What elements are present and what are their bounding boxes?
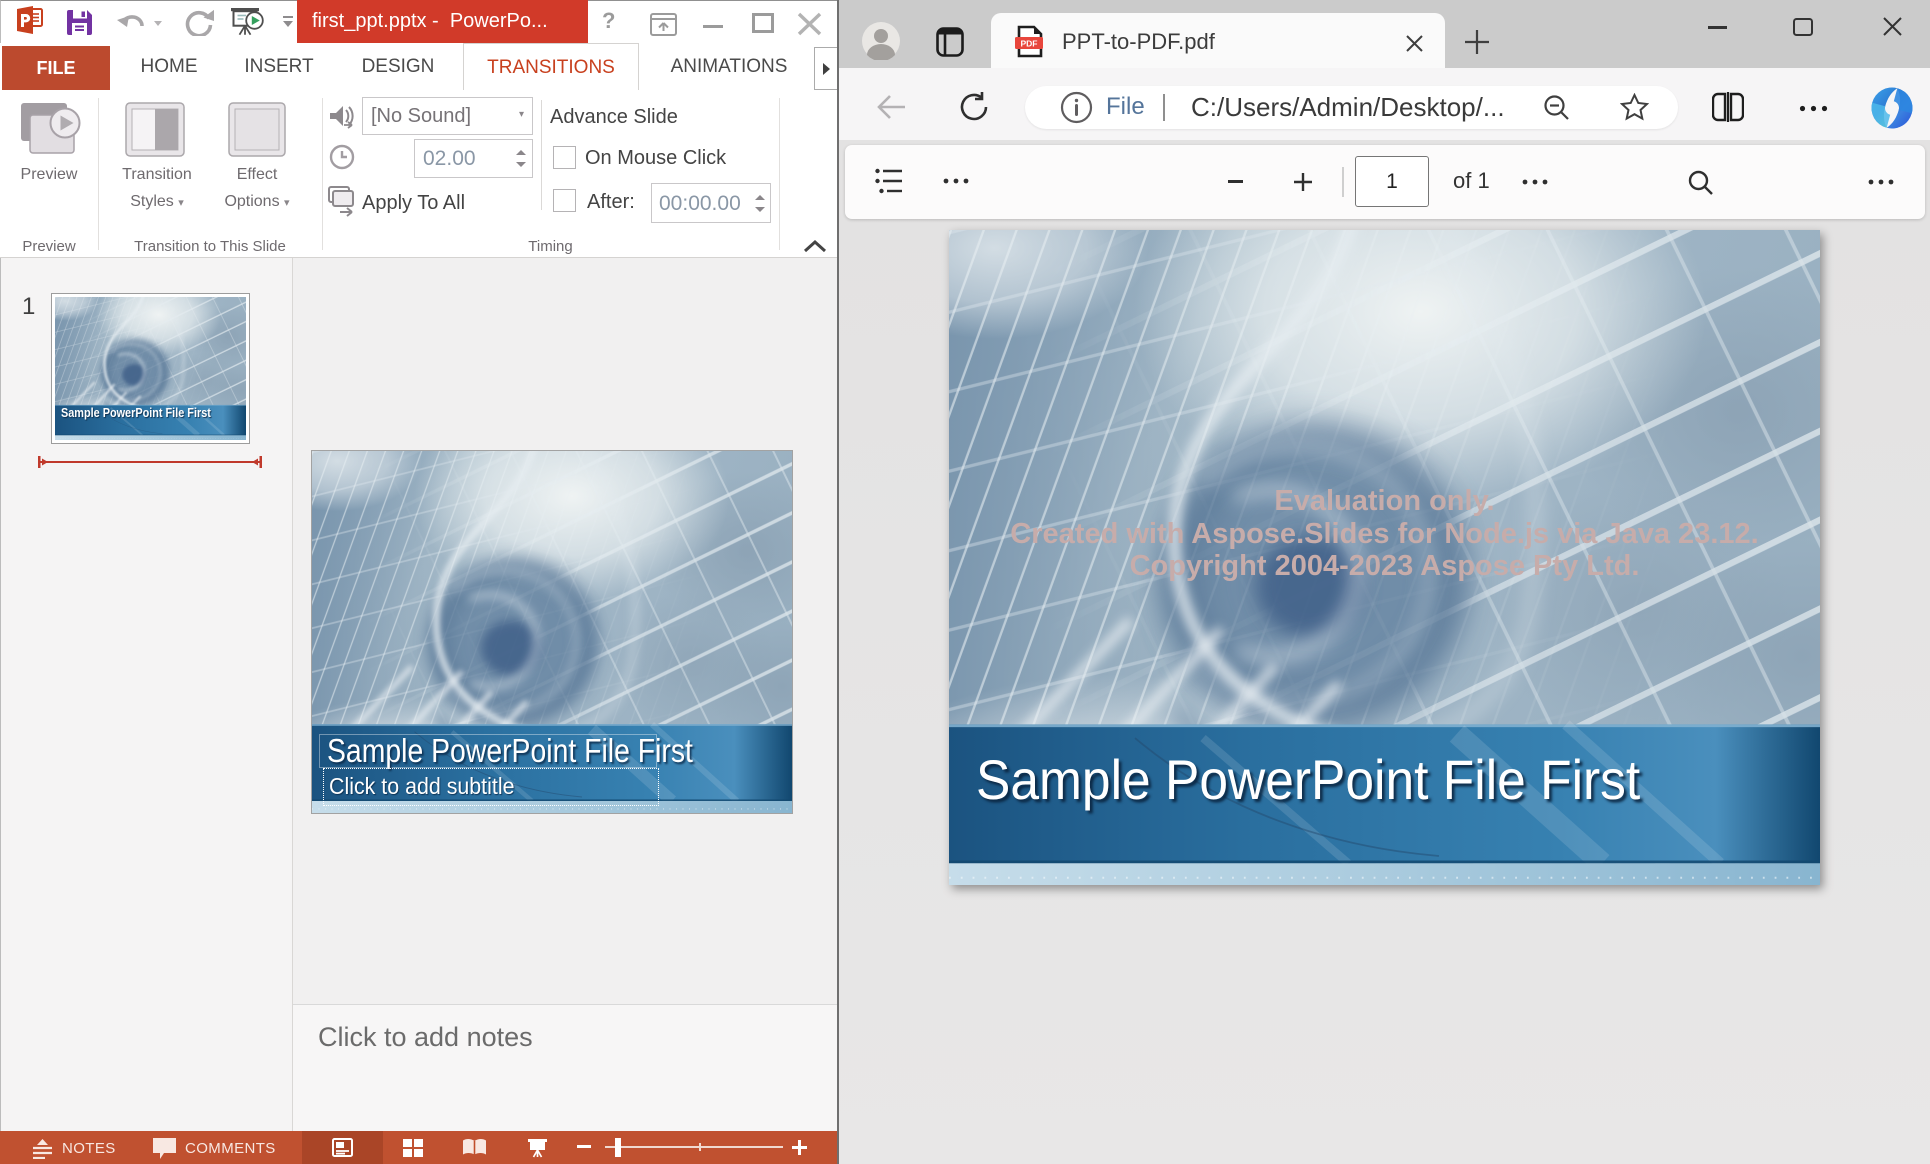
svg-text:PDF: PDF bbox=[1021, 39, 1038, 49]
